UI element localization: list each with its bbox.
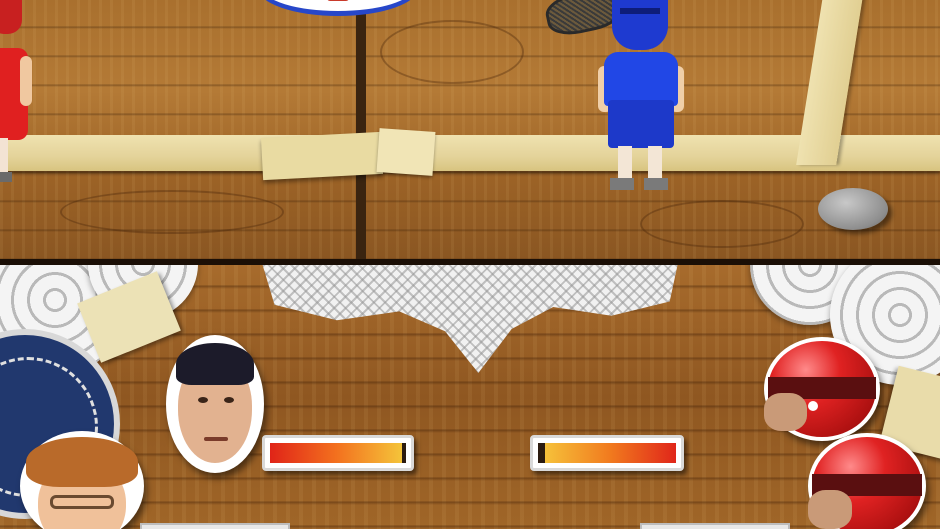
glasses-icon xyxy=(50,495,114,509)
player-shoe xyxy=(610,178,634,190)
player-leg xyxy=(648,146,662,180)
face xyxy=(808,489,852,529)
player-head xyxy=(0,0,22,34)
name-plate xyxy=(640,523,790,529)
tape-patch xyxy=(260,131,384,181)
health-fill xyxy=(270,443,402,463)
wood-knot xyxy=(60,190,284,234)
hud-panel xyxy=(0,265,940,529)
tape-patch xyxy=(376,128,436,176)
thumbtack-icon xyxy=(818,188,888,230)
eye xyxy=(224,397,234,403)
lace-doily-decoration xyxy=(262,265,678,373)
player-shoe xyxy=(644,178,668,190)
eye xyxy=(198,397,208,403)
hair xyxy=(176,343,254,385)
player-arm xyxy=(20,56,32,106)
name-plate xyxy=(140,523,290,529)
health-track xyxy=(270,443,406,463)
player-health-bar xyxy=(262,435,414,471)
helmet-dot xyxy=(808,401,818,411)
teammate-portrait-player[interactable] xyxy=(20,431,144,529)
wood-knot xyxy=(380,20,524,84)
game-screen xyxy=(0,0,940,529)
red-team-player[interactable] xyxy=(0,0,40,190)
opponent-portrait-helmet[interactable] xyxy=(764,337,880,441)
blue-team-player[interactable] xyxy=(598,0,684,195)
opponent-portrait-helmet[interactable] xyxy=(808,433,926,529)
opponent-health-bar xyxy=(530,435,684,471)
court-logo xyxy=(258,0,418,16)
player-shorts xyxy=(608,100,674,148)
health-fill xyxy=(544,443,676,463)
teammate-portrait-coach[interactable] xyxy=(166,335,264,473)
mustache xyxy=(204,437,228,441)
player-visor xyxy=(620,8,660,14)
player-shoe xyxy=(0,172,12,182)
player-leg xyxy=(618,146,632,180)
hair xyxy=(26,437,138,487)
court-center-line xyxy=(356,0,366,260)
wood-knot xyxy=(640,200,804,248)
player-jersey xyxy=(604,52,678,106)
health-track xyxy=(538,443,676,463)
face xyxy=(764,392,808,431)
gym-court-view xyxy=(0,0,940,260)
player-leg xyxy=(0,138,8,176)
